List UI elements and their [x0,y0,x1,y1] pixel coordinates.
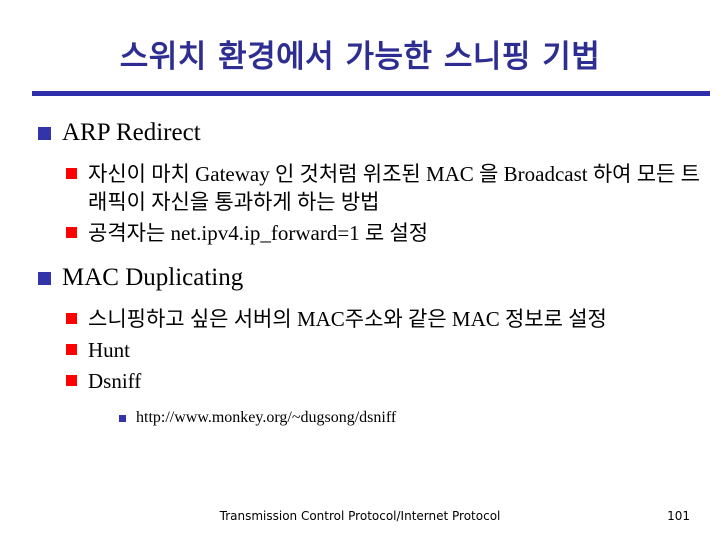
outline-item-level2: 스니핑하고 싶은 서버의 MAC주소와 같은 MAC 정보로 설정 [0,305,720,333]
title-divider [32,91,710,96]
outline-item-level2: Dsniff [0,367,720,395]
outline-heading-arp-redirect: ARP Redirect [62,119,201,146]
square-bullet-icon [119,415,126,422]
slide: 스위치 환경에서 가능한 스니핑 기법 ARP Redirect 자신이 마치 … [0,0,720,540]
square-bullet-icon [66,344,77,355]
footer-text: Transmission Control Protocol/Internet P… [219,509,501,523]
outline-item-level1: MAC Duplicating [0,263,720,293]
square-bullet-icon [66,313,77,324]
outline-item-level1: ARP Redirect [0,118,720,148]
square-bullet-icon [66,375,77,386]
outline-item-level3: http://www.monkey.org/~dugsong/dsniff [0,407,720,429]
outline-text-ip-forward: 공격자는 net.ipv4.ip_forward=1 로 설정 [88,221,429,245]
square-bullet-icon [38,127,51,140]
outline-text-arp-method: 자신이 마치 Gateway 인 것처럼 위조된 MAC 을 Broadcast… [88,162,700,214]
outline-item-level2: 공격자는 net.ipv4.ip_forward=1 로 설정 [0,219,720,247]
slide-body: ARP Redirect 자신이 마치 Gateway 인 것처럼 위조된 MA… [0,112,720,429]
page-title: 스위치 환경에서 가능한 스니핑 기법 [119,39,601,75]
outline-text-dsniff: Dsniff [88,369,142,393]
outline-item-level2: 자신이 마치 Gateway 인 것처럼 위조된 MAC 을 Broadcast… [0,160,720,216]
square-bullet-icon [38,272,51,285]
square-bullet-icon [66,227,77,238]
outline-heading-mac-duplicating: MAC Duplicating [62,264,244,291]
outline-text-hunt: Hunt [88,338,130,362]
square-bullet-icon [66,168,77,179]
outline-item-level2: Hunt [0,336,720,364]
outline-link-dsniff-url[interactable]: http://www.monkey.org/~dugsong/dsniff [136,409,396,426]
outline-text-mac-setting: 스니핑하고 싶은 서버의 MAC주소와 같은 MAC 정보로 설정 [88,307,607,331]
page-number: 101 [667,509,690,523]
